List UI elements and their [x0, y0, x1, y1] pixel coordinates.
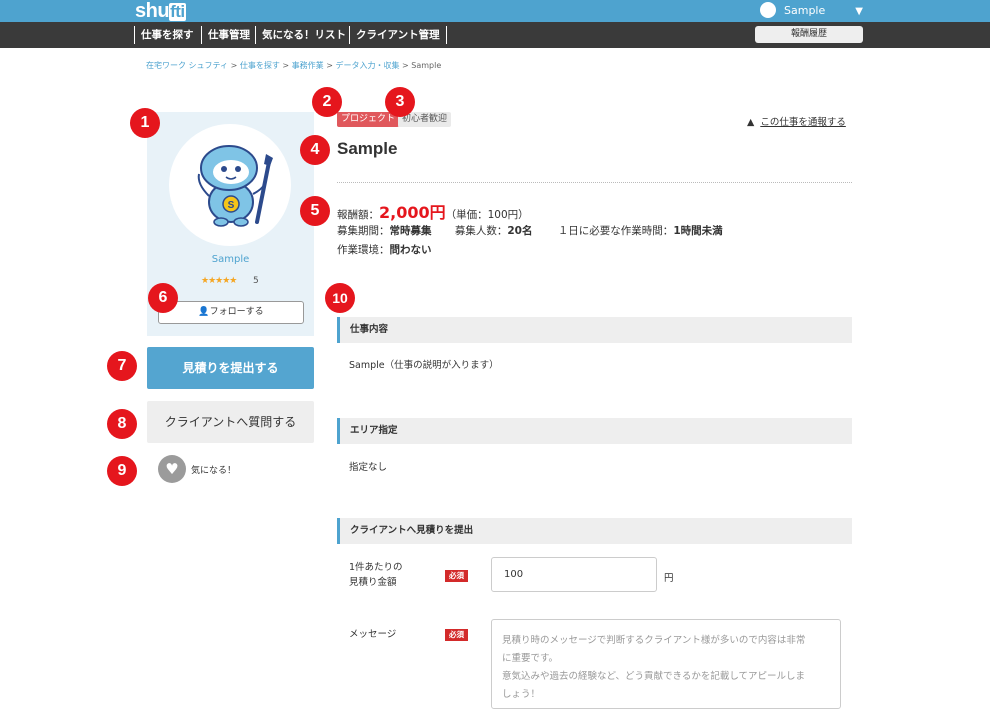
follow-label: フォローする	[209, 307, 264, 317]
nav-item-favorites[interactable]: 気になる！リスト	[255, 26, 346, 44]
warning-icon: ▲	[747, 117, 755, 128]
breadcrumb-find-jobs[interactable]: 仕事を探す	[240, 61, 280, 70]
chevron-down-icon: ▼	[855, 6, 863, 17]
annotation-badge-5: 5	[300, 196, 330, 226]
tag-project: プロジェクト	[337, 112, 400, 127]
annotation-badge-2: 2	[312, 87, 342, 117]
favorite-label: 気になる！	[191, 465, 237, 476]
client-avatar[interactable]: S	[169, 124, 291, 246]
favorite-button[interactable]: ♥ 気になる！	[158, 455, 236, 483]
annotation-badge-9: 9	[107, 456, 137, 486]
amount-label-line2: 見積り金額	[349, 577, 397, 588]
reward-history-button[interactable]: 報酬履歴	[755, 26, 863, 43]
reward-label: 報酬額：	[337, 209, 379, 221]
count-label: 募集人数：	[454, 225, 508, 237]
logo-text-a: shu	[135, 0, 170, 22]
breadcrumb-separator: >	[282, 61, 290, 70]
period-value: 常時募集	[389, 225, 432, 237]
breadcrumb-home[interactable]: 在宅ワーク シュフティ	[146, 61, 228, 70]
svg-text:S: S	[228, 200, 235, 211]
quote-amount-input[interactable]: 100	[491, 557, 657, 592]
amount-label-line1: 1件あたりの	[349, 562, 403, 573]
breadcrumb-current: Sample	[411, 61, 442, 70]
annotation-badge-1: 1	[130, 108, 160, 138]
top-bar: shufti Sample ▼	[0, 0, 990, 22]
submit-quote-button[interactable]: 見積りを提出する	[147, 347, 314, 389]
client-name[interactable]: Sample	[147, 254, 314, 265]
nav-item-client-management[interactable]: クライアント管理	[349, 26, 447, 44]
tag-beginner-label: 初心者歓迎	[402, 114, 448, 124]
annotation-badge-3: 3	[385, 87, 415, 117]
user-avatar	[760, 2, 776, 18]
job-content-text: Sample（仕事の説明が入ります）	[349, 360, 499, 371]
message-label: メッセージ	[349, 629, 397, 640]
job-details-row: 募集期間：常時募集 募集人数：20名 １日に必要な作業時間：1時間未満	[337, 223, 723, 238]
message-placeholder-line4: しょう！	[502, 689, 541, 700]
reward-value: 2,000円	[379, 203, 446, 222]
breadcrumb-separator: >	[230, 61, 238, 70]
mascot-icon: S	[197, 145, 273, 227]
job-title: Sample	[337, 139, 398, 158]
section-submit-quote: クライアントへ見積りを提出	[337, 518, 852, 544]
message-placeholder-line1: 見積り時のメッセージで判断するクライアント様が多いので内容は非常	[502, 635, 806, 646]
user-menu[interactable]: Sample ▼	[760, 0, 863, 22]
follow-button[interactable]: 👤フォローする	[158, 301, 304, 324]
user-name: Sample	[784, 4, 826, 17]
rating-stars: ★★★★★	[201, 276, 237, 286]
report-job-label: この仕事を通報する	[760, 117, 846, 128]
breadcrumb-separator: >	[326, 61, 333, 70]
user-plus-icon: 👤	[198, 307, 210, 317]
env-value: 問わない	[389, 244, 432, 256]
env-label: 作業環境：	[337, 244, 390, 256]
breadcrumb-separator: >	[402, 61, 409, 70]
report-job-link[interactable]: ▲ この仕事を通報する	[747, 114, 846, 128]
message-placeholder-line2: に重要です。	[502, 653, 559, 664]
annotation-badge-7: 7	[107, 351, 137, 381]
section-job-content: 仕事内容	[337, 317, 852, 343]
environment-row: 作業環境：問わない	[337, 242, 432, 257]
divider	[337, 182, 852, 183]
logo-text-b: fti	[169, 2, 186, 21]
nav-item-job-management[interactable]: 仕事管理	[201, 26, 250, 44]
annotation-badge-4: 4	[300, 135, 330, 165]
nav-bar: 仕事を探す 仕事管理 気になる！リスト クライアント管理 報酬履歴	[0, 22, 990, 48]
amount-label: 1件あたりの 見積り金額	[349, 560, 403, 590]
yen-unit: 円	[664, 573, 674, 584]
message-textarea[interactable]: 見積り時のメッセージで判断するクライアント様が多いので内容は非常 に重要です。 …	[491, 619, 841, 709]
message-placeholder-line3: 意気込みや過去の経験など、どう貢献できるかを記載してアピールしま	[502, 671, 806, 682]
rating-value: 5	[253, 276, 259, 286]
heart-icon: ♥	[158, 455, 186, 483]
breadcrumb: 在宅ワーク シュフティ > 仕事を探す > 事務作業 > データ入力・収集 > …	[146, 60, 441, 71]
area-text: 指定なし	[349, 462, 388, 473]
period-label: 募集期間：	[337, 225, 390, 237]
annotation-badge-8: 8	[107, 409, 137, 439]
hours-value: 1時間未満	[673, 225, 723, 237]
unit-price: （単価：100円）	[445, 209, 529, 221]
hours-label: １日に必要な作業時間：	[557, 225, 674, 237]
required-badge: 必須	[445, 570, 468, 582]
shufti-logo[interactable]: shufti	[135, 0, 186, 22]
annotation-badge-6: 6	[148, 283, 178, 313]
required-badge: 必須	[445, 629, 468, 641]
annotation-badge-10: 10	[325, 283, 355, 313]
reward-row: 報酬額：2,000円（単価：100円）	[337, 199, 529, 223]
nav-item-find-jobs[interactable]: 仕事を探す	[134, 26, 194, 44]
count-value: 20名	[507, 225, 533, 237]
section-area: エリア指定	[337, 418, 852, 444]
breadcrumb-data-entry[interactable]: データ入力・収集	[335, 61, 399, 70]
ask-client-button[interactable]: クライアントへ質問する	[147, 401, 314, 443]
breadcrumb-office-work[interactable]: 事務作業	[292, 61, 324, 70]
